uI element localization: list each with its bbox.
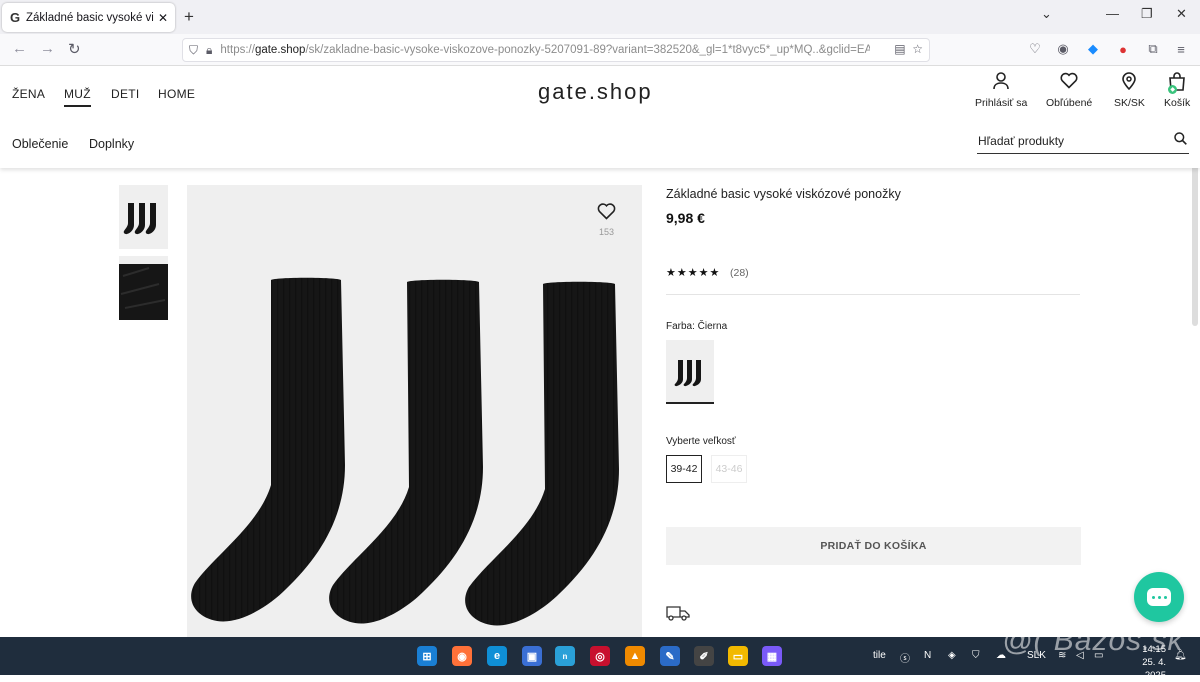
bazos-watermark: @( Bazos.sk [1002, 624, 1184, 657]
subnav-doplnky[interactable]: Doplnky [89, 137, 134, 151]
wishlist-count: 153 [598, 227, 615, 237]
heart-icon [1060, 72, 1078, 94]
photos-app-icon[interactable]: ▦ [762, 646, 782, 666]
back-icon[interactable]: ← [12, 40, 27, 57]
favorites-label: Obľúbené [1046, 97, 1093, 109]
vlc-icon[interactable]: ▲ [625, 646, 645, 666]
editor-icon[interactable]: ✐ [694, 646, 714, 666]
start-menu-icon[interactable]: ⊞ [417, 646, 437, 666]
size-option-43-46[interactable]: 43-46 [711, 455, 747, 483]
shopping-bag-icon: ◆ [1168, 72, 1186, 94]
user-icon [993, 72, 1009, 94]
tray-text[interactable]: tile [873, 650, 886, 661]
color-swatch-black[interactable] [666, 340, 714, 404]
product-price: 9,98 € [666, 210, 705, 226]
chat-bubble-icon [1147, 588, 1171, 606]
google-favicon-icon: G [9, 10, 21, 25]
nav-zena[interactable]: ŽENA [12, 87, 45, 101]
defender-icon[interactable]: ⛉ [972, 650, 980, 661]
cart-link[interactable]: ◆ Košík [1164, 72, 1190, 109]
tray-app-icon[interactable]: ◈ [948, 650, 956, 661]
tsdf-app-icon[interactable]: n [555, 646, 575, 666]
new-tab-icon[interactable]: + [184, 7, 194, 27]
thumbnail-1[interactable] [119, 185, 168, 249]
tab-title: Základné basic vysoké viskózov [26, 11, 154, 24]
login-link[interactable]: Prihlásiť sa [975, 72, 1027, 109]
website-viewport: ŽENA MUŽ DETI HOME gate.shop Prihlásiť s… [0, 66, 1200, 637]
region-label: SK/SK [1114, 97, 1145, 109]
onenote-icon[interactable]: N [924, 650, 931, 661]
region-link[interactable]: SK/SK [1114, 72, 1145, 109]
color-label: Farba: Čierna [666, 321, 728, 332]
search-icon[interactable] [1174, 132, 1187, 148]
tab-list-icon[interactable]: ⌄ [1041, 6, 1052, 22]
thumbnail-2[interactable] [119, 256, 168, 320]
nav-home[interactable]: HOME [158, 87, 195, 101]
subnav-oblecenie[interactable]: Oblečenie [12, 137, 68, 151]
wishlist-button[interactable]: 153 [597, 203, 616, 237]
product-main-image[interactable]: 153 [187, 185, 642, 637]
restore-window-icon[interactable]: ❐ [1141, 6, 1153, 22]
browser-nav-bar: ← → ↻ ⛉ 🔒︎ https://gate.shop/sk/zakladne… [0, 34, 1200, 66]
login-label: Prihlásiť sa [975, 97, 1028, 109]
lock-icon[interactable]: 🔒︎ [206, 43, 212, 58]
close-window-icon[interactable]: ✕ [1176, 6, 1187, 22]
clock-date: 25. 4. 2025 [1142, 657, 1166, 681]
forward-icon[interactable]: → [40, 40, 55, 57]
cart-badge-icon: ◆ [1168, 85, 1178, 94]
url-text[interactable]: https://gate.shop/sk/zakladne-basic-vyso… [220, 44, 870, 56]
paint-icon[interactable]: ✎ [660, 646, 680, 666]
firefox-icon[interactable]: ◉ [452, 646, 472, 666]
minimize-window-icon[interactable]: — [1106, 6, 1119, 21]
menu-icon[interactable]: ≡ [1174, 42, 1188, 57]
skype-icon[interactable]: ⓢ [900, 650, 910, 665]
shield-icon[interactable]: ⛉ [189, 43, 198, 58]
extension-adblock-icon[interactable]: ● [1116, 42, 1130, 57]
rating-count[interactable]: (28) [730, 267, 749, 279]
delivery-truck-icon [666, 605, 690, 624]
size-label: Vyberte veľkosť [666, 436, 736, 447]
chrome-like-icon[interactable]: ◎ [590, 646, 610, 666]
reload-icon[interactable]: ↻ [68, 40, 81, 58]
search-input[interactable]: Hľadať produkty [977, 128, 1189, 154]
cart-label: Košík [1164, 97, 1191, 109]
close-tab-icon[interactable]: ✕ [158, 11, 168, 25]
extensions-icon[interactable]: ⧉ [1146, 41, 1160, 56]
nav-deti[interactable]: DETI [111, 87, 140, 101]
search-placeholder: Hľadať produkty [978, 134, 1065, 148]
url-bar[interactable]: ⛉ 🔒︎ https://gate.shop/sk/zakladne-basic… [182, 38, 930, 62]
reader-and-bookmark-icons[interactable]: ▤ ☆ [894, 42, 923, 56]
favorites-link[interactable]: Obľúbené [1046, 72, 1092, 109]
site-header: ŽENA MUŽ DETI HOME gate.shop Prihlásiť s… [0, 66, 1200, 168]
socks-photo [191, 277, 619, 626]
location-pin-icon [1122, 72, 1137, 94]
account-icon[interactable]: ◉ [1056, 41, 1070, 56]
divider [666, 294, 1080, 295]
nav-muz[interactable]: MUŽ [64, 87, 91, 107]
edge-icon[interactable]: e [487, 646, 507, 666]
browser-tab-active[interactable]: G Základné basic vysoké viskózov ✕ [2, 3, 175, 32]
size-option-39-42[interactable]: 39-42 [666, 455, 702, 483]
rating-stars-icon[interactable]: ★★★★★ [666, 266, 720, 279]
browser-tab-bar: G Základné basic vysoké viskózov ✕ + ⌄ —… [0, 0, 1200, 34]
heart-outline-icon [597, 203, 616, 225]
extension-bird-icon[interactable]: ◆ [1086, 41, 1100, 56]
chat-button[interactable] [1134, 572, 1184, 622]
add-to-cart-button[interactable]: PRIDAŤ DO KOŠÍKA [666, 527, 1081, 565]
product-title: Základné basic vysoké viskózové ponožky [666, 187, 901, 201]
site-logo[interactable]: gate.shop [538, 79, 653, 105]
pocket-icon[interactable]: ♡ [1028, 41, 1042, 56]
store-icon[interactable]: ▣ [522, 646, 542, 666]
file-explorer-icon[interactable]: ▭ [728, 646, 748, 666]
